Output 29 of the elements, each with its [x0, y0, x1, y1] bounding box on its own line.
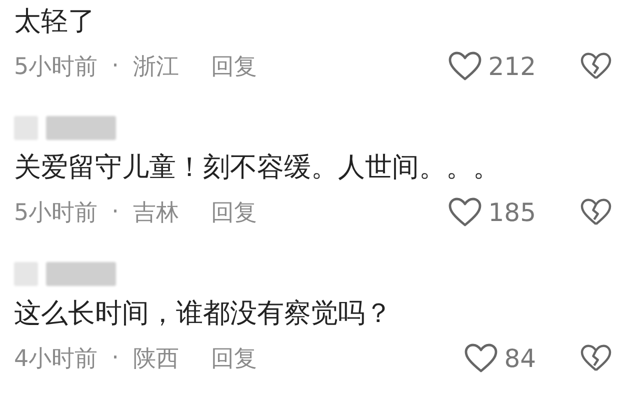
heart-icon: [448, 51, 482, 81]
broken-heart-icon: [580, 52, 612, 80]
like-button[interactable]: 84: [464, 343, 536, 373]
separator-dot: ·: [112, 345, 119, 371]
comment-text: 太轻了: [14, 5, 96, 39]
comment-text: 这么长时间，谁都没有察觉吗？: [14, 297, 393, 331]
heart-icon: [448, 197, 482, 227]
dislike-button[interactable]: [580, 344, 612, 372]
like-button[interactable]: 212: [448, 51, 536, 81]
comment-time: 4小时前: [14, 344, 98, 374]
dislike-button[interactable]: [580, 52, 612, 80]
broken-heart-icon: [580, 344, 612, 372]
reply-link[interactable]: 回复: [210, 342, 257, 374]
blurred-username: [46, 262, 116, 286]
comment-location: 浙江: [132, 52, 179, 82]
comment-time: 5小时前: [14, 52, 98, 82]
reply-link[interactable]: 回复: [210, 196, 257, 228]
comment-location: 陕西: [132, 344, 179, 374]
dislike-button[interactable]: [580, 198, 612, 226]
comment-location: 吉林: [132, 198, 179, 228]
reply-link[interactable]: 回复: [210, 50, 257, 82]
comment-time: 5小时前: [14, 198, 98, 228]
heart-icon: [464, 343, 498, 373]
blurred-username: [46, 116, 116, 140]
broken-heart-icon: [580, 198, 612, 226]
separator-dot: ·: [112, 53, 119, 79]
like-button[interactable]: 185: [448, 197, 536, 227]
comment-text: 关爱留守儿童！刻不容缓。人世间。。。: [14, 151, 501, 185]
separator-dot: ·: [112, 199, 119, 225]
